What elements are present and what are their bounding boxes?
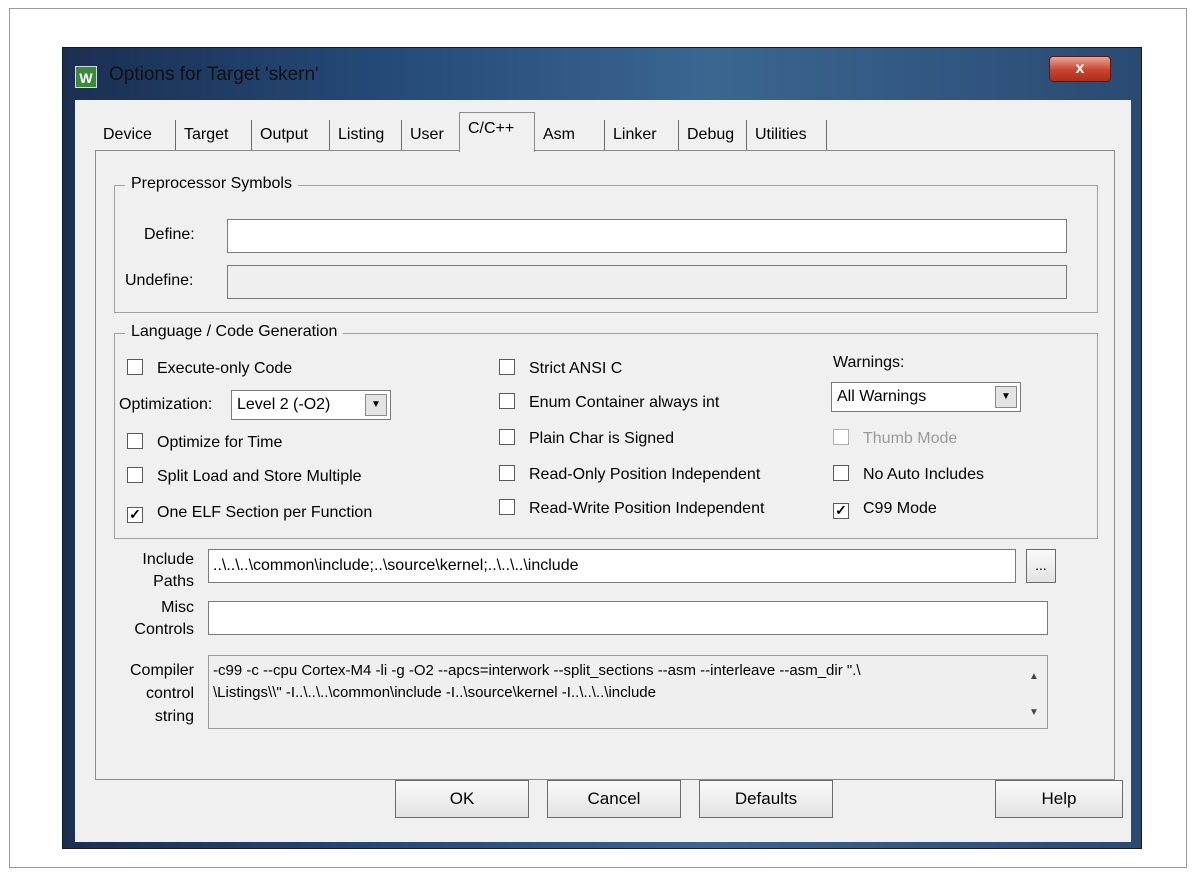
tab-utilities[interactable]: Utilities bbox=[747, 120, 827, 150]
c99-mode-label: C99 Mode bbox=[863, 500, 937, 517]
execute-only-label: Execute-only Code bbox=[157, 360, 293, 377]
no-auto-includes-box[interactable] bbox=[833, 465, 849, 481]
compiler-string-line2: \Listings\\" -I..\..\..\common\include -… bbox=[213, 684, 656, 701]
browse-button[interactable]: ... bbox=[1026, 549, 1056, 583]
app-icon: W bbox=[75, 66, 97, 88]
define-input[interactable] bbox=[227, 219, 1067, 253]
dialog-title: Options for Target 'skern' bbox=[109, 64, 319, 85]
thumb-mode-box[interactable] bbox=[833, 429, 849, 445]
tab-target[interactable]: Target bbox=[176, 120, 252, 150]
close-button[interactable]: x bbox=[1049, 56, 1111, 82]
scroll-up-icon[interactable]: ▲ bbox=[1025, 666, 1043, 688]
tab-linker[interactable]: Linker bbox=[605, 120, 679, 150]
chevron-down-icon[interactable]: ▼ bbox=[365, 394, 387, 416]
ro-pi-box[interactable] bbox=[499, 465, 515, 481]
preprocessor-group: Preprocessor Symbols Define: Undefine: bbox=[114, 175, 1098, 313]
tab-output[interactable]: Output bbox=[252, 120, 330, 150]
include-paths-label-line2: Paths bbox=[153, 573, 194, 590]
title-bar[interactable]: W Options for Target 'skern' x bbox=[63, 48, 1141, 98]
ro-pi-label: Read-Only Position Independent bbox=[529, 466, 761, 483]
strict-ansi-box[interactable] bbox=[499, 359, 515, 375]
optimize-time-label: Optimize for Time bbox=[157, 434, 283, 451]
undefine-input[interactable] bbox=[227, 265, 1067, 299]
enum-int-checkbox[interactable]: Enum Container always int bbox=[499, 392, 719, 414]
plain-char-box[interactable] bbox=[499, 429, 515, 445]
compiler-string-line1: -c99 -c --cpu Cortex-M4 -li -g -O2 --apc… bbox=[213, 662, 861, 679]
one-elf-label: One ELF Section per Function bbox=[157, 504, 373, 521]
codegen-group-label: Language / Code Generation bbox=[125, 323, 344, 341]
ro-pi-checkbox[interactable]: Read-Only Position Independent bbox=[499, 464, 760, 486]
compiler-control-string[interactable]: -c99 -c --cpu Cortex-M4 -li -g -O2 --apc… bbox=[208, 655, 1048, 729]
no-auto-includes-checkbox[interactable]: No Auto Includes bbox=[833, 464, 984, 486]
one-elf-box[interactable]: ✓ bbox=[127, 507, 143, 523]
optimization-value: Level 2 (-O2) bbox=[237, 396, 331, 413]
execute-only-checkbox[interactable]: Execute-only Code bbox=[127, 358, 292, 380]
tab-asm[interactable]: Asm bbox=[535, 120, 605, 150]
optimize-time-box[interactable] bbox=[127, 433, 143, 449]
dialog-client: Device Target Output Listing User C/C++ … bbox=[75, 100, 1131, 842]
include-paths-label: Include Paths bbox=[124, 549, 194, 593]
c99-mode-checkbox[interactable]: ✓ C99 Mode bbox=[833, 498, 937, 520]
optimization-label: Optimization: bbox=[119, 396, 213, 413]
rw-pi-box[interactable] bbox=[499, 499, 515, 515]
thumb-mode-checkbox[interactable]: Thumb Mode bbox=[833, 428, 957, 450]
tab-user[interactable]: User bbox=[402, 120, 459, 150]
cancel-button[interactable]: Cancel bbox=[547, 780, 681, 818]
help-button[interactable]: Help bbox=[995, 780, 1123, 818]
rw-pi-label: Read-Write Position Independent bbox=[529, 500, 765, 517]
warnings-label: Warnings: bbox=[833, 354, 905, 371]
optimize-time-checkbox[interactable]: Optimize for Time bbox=[127, 432, 282, 454]
strict-ansi-checkbox[interactable]: Strict ANSI C bbox=[499, 358, 622, 380]
scroll-down-icon[interactable]: ▼ bbox=[1025, 702, 1043, 724]
warnings-value: All Warnings bbox=[837, 388, 927, 405]
optimization-select[interactable]: Level 2 (-O2) ▼ bbox=[231, 390, 391, 420]
split-load-label: Split Load and Store Multiple bbox=[157, 468, 362, 485]
compiler-string-label: Compiler control string bbox=[114, 659, 194, 728]
plain-char-label: Plain Char is Signed bbox=[529, 430, 674, 447]
cpp-options-panel: Preprocessor Symbols Define: Undefine: L… bbox=[95, 150, 1115, 780]
chevron-down-icon[interactable]: ▼ bbox=[995, 386, 1017, 408]
include-paths-input[interactable]: ..\..\..\common\include;..\source\kernel… bbox=[208, 549, 1016, 583]
thumb-mode-label: Thumb Mode bbox=[863, 430, 958, 447]
compiler-string-label-line1: Compiler bbox=[129, 662, 194, 679]
no-auto-includes-label: No Auto Includes bbox=[863, 466, 984, 483]
rw-pi-checkbox[interactable]: Read-Write Position Independent bbox=[499, 498, 764, 520]
enum-int-label: Enum Container always int bbox=[529, 394, 720, 411]
compiler-string-label-line2: control bbox=[145, 685, 194, 702]
misc-controls-label-line1: Misc bbox=[161, 599, 194, 616]
enum-int-box[interactable] bbox=[499, 393, 515, 409]
strict-ansi-label: Strict ANSI C bbox=[529, 360, 623, 377]
compiler-string-label-line3: string bbox=[154, 708, 194, 725]
undefine-label: Undefine: bbox=[125, 272, 194, 289]
misc-controls-label: Misc Controls bbox=[124, 597, 194, 641]
defaults-button[interactable]: Defaults bbox=[699, 780, 833, 818]
codegen-group: Language / Code Generation Execute-only … bbox=[114, 323, 1098, 539]
split-load-box[interactable] bbox=[127, 467, 143, 483]
tab-c-cpp[interactable]: C/C++ bbox=[459, 112, 535, 152]
preprocessor-group-label: Preprocessor Symbols bbox=[125, 175, 298, 193]
execute-only-box[interactable] bbox=[127, 359, 143, 375]
one-elf-checkbox[interactable]: ✓ One ELF Section per Function bbox=[127, 502, 372, 524]
plain-char-checkbox[interactable]: Plain Char is Signed bbox=[499, 428, 674, 450]
ok-button[interactable]: OK bbox=[395, 780, 529, 818]
tab-debug[interactable]: Debug bbox=[679, 120, 747, 150]
misc-controls-input[interactable] bbox=[208, 601, 1048, 635]
include-paths-label-line1: Include bbox=[142, 551, 194, 568]
options-dialog: W Options for Target 'skern' x Device Ta… bbox=[62, 47, 1142, 849]
warnings-select[interactable]: All Warnings ▼ bbox=[831, 382, 1021, 412]
define-label: Define: bbox=[144, 226, 195, 243]
misc-controls-label-line2: Controls bbox=[134, 621, 194, 638]
tab-listing[interactable]: Listing bbox=[330, 120, 402, 150]
tab-device[interactable]: Device bbox=[95, 120, 176, 150]
split-load-checkbox[interactable]: Split Load and Store Multiple bbox=[127, 466, 362, 488]
c99-mode-box[interactable]: ✓ bbox=[833, 503, 849, 519]
